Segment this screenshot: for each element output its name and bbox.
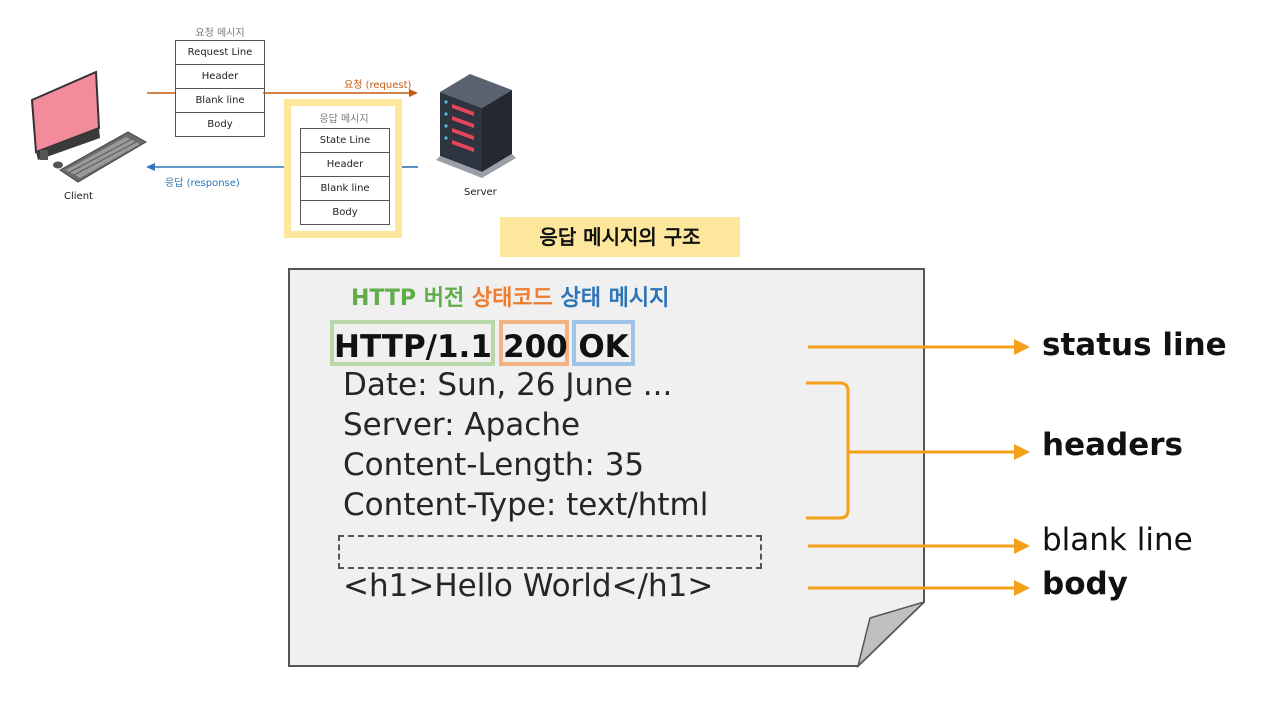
blank-line-arrowhead — [1014, 538, 1030, 554]
label-body: body — [1042, 566, 1128, 602]
client-label: Client — [64, 191, 93, 202]
legend-status-message: 상태 메시지 — [560, 286, 670, 311]
header-line: Date: Sun, 26 June ... — [343, 367, 673, 403]
legend-http-version: HTTP 버전 — [351, 286, 465, 311]
status-code-box: 200 — [499, 320, 569, 366]
label-headers: headers — [1042, 427, 1183, 463]
top-arrows — [30, 70, 516, 183]
blank-line-box — [338, 535, 762, 569]
headers-bracket — [806, 381, 850, 520]
header-line: Content-Type: text/html — [343, 487, 709, 523]
request-arrow-label: 요청 (request) — [344, 80, 412, 91]
status-message-box: OK — [572, 320, 635, 366]
body-line: <h1>Hello World</h1> — [343, 568, 714, 604]
legend: HTTP 버전 상태코드 상태 메시지 — [351, 280, 669, 312]
header-line: Server: Apache — [343, 407, 581, 443]
header-line: Content-Length: 35 — [343, 447, 645, 483]
response-arrow-head — [146, 163, 155, 171]
response-arrow-label: 응답 (response) — [165, 178, 240, 189]
status-line-arrowhead — [1014, 339, 1030, 355]
label-status-line: status line — [1042, 327, 1227, 363]
body-arrowhead — [1014, 580, 1030, 596]
page-title: 응답 메시지의 구조 — [500, 217, 740, 257]
label-blank-line: blank line — [1042, 522, 1193, 558]
legend-status-code: 상태코드 — [471, 286, 553, 311]
client-computer-icon — [30, 70, 148, 183]
server-icon — [436, 74, 516, 178]
right-arrows — [806, 339, 1030, 596]
http-version-box: HTTP/1.1 — [330, 320, 495, 366]
server-label: Server — [464, 187, 497, 198]
headers-arrowhead — [1014, 444, 1030, 460]
